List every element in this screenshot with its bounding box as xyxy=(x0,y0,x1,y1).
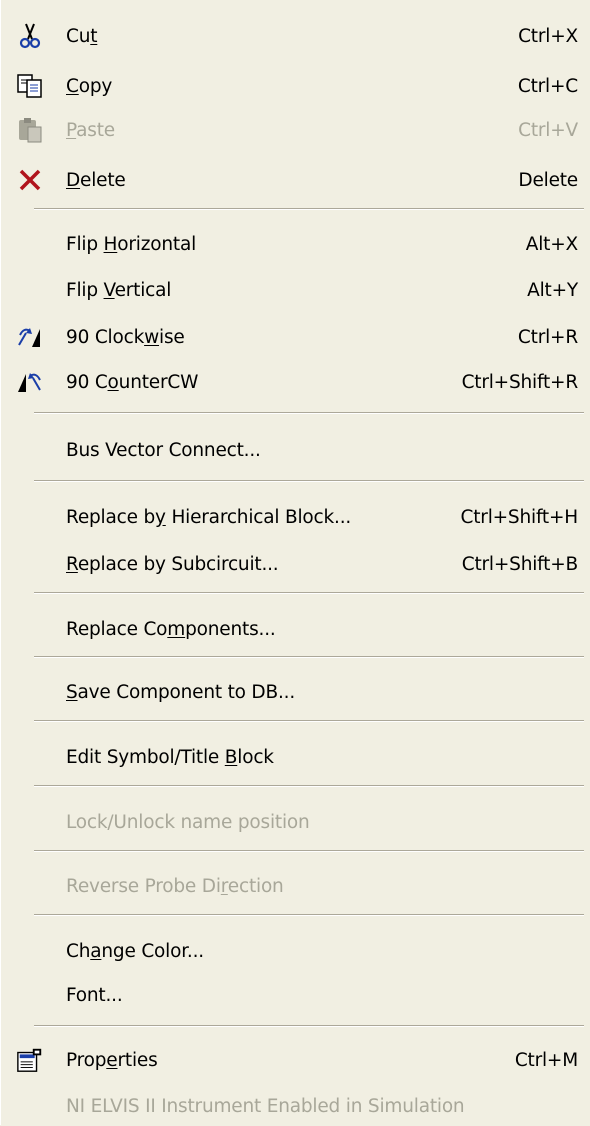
menu-item-label: Replace by Subcircuit... xyxy=(66,553,279,575)
menu-item-label: Flip Horizontal xyxy=(66,233,197,255)
menu-item-properties[interactable]: Properties Ctrl+M xyxy=(0,1040,590,1080)
rotate-clockwise-icon xyxy=(16,323,44,351)
menu-separator xyxy=(34,850,584,852)
menu-item-label: Edit Symbol/Title Block xyxy=(66,746,274,768)
menu-separator xyxy=(34,592,584,594)
menu-item-rotate-counterclockwise[interactable]: 90 CounterCW Ctrl+Shift+R xyxy=(0,362,590,402)
menu-item-label: Paste xyxy=(66,119,115,141)
menu-separator xyxy=(34,656,584,658)
menu-item-shortcut: Ctrl+R xyxy=(517,326,578,348)
menu-item-shortcut: Ctrl+Shift+R xyxy=(461,371,579,393)
menu-item-change-color[interactable]: Change Color... xyxy=(0,931,590,971)
menu-item-shortcut: Ctrl+V xyxy=(518,119,578,141)
menu-item-label: 90 Clockwise xyxy=(66,326,185,348)
menu-separator xyxy=(34,785,584,787)
menu-item-shortcut: Alt+X xyxy=(525,233,578,255)
menu-separator xyxy=(34,480,584,482)
menu-item-label: Copy xyxy=(66,75,113,97)
context-menu: Cut Ctrl+X Copy Ctrl+C Paste Ctrl+V Dele… xyxy=(0,0,590,1125)
rotate-counterclockwise-icon xyxy=(16,368,44,396)
menu-item-font[interactable]: Font... xyxy=(0,975,590,1015)
properties-icon xyxy=(16,1046,44,1074)
menu-item-label: Reverse Probe Direction xyxy=(66,875,284,897)
menu-item-shortcut: Ctrl+C xyxy=(517,75,578,97)
menu-item-shortcut: Delete xyxy=(518,169,578,191)
menu-item-bus-vector-connect[interactable]: Bus Vector Connect... xyxy=(0,430,590,470)
menu-item-rotate-clockwise[interactable]: 90 Clockwise Ctrl+R xyxy=(0,317,590,357)
menu-item-shortcut: Ctrl+X xyxy=(518,25,578,47)
menu-item-label: Flip Vertical xyxy=(66,279,172,301)
menu-item-label: 90 CounterCW xyxy=(66,371,199,393)
menu-item-cut[interactable]: Cut Ctrl+X xyxy=(0,16,590,56)
scissors-icon xyxy=(16,22,44,50)
menu-item-label: Cut xyxy=(66,25,98,47)
menu-item-label: Replace by Hierarchical Block... xyxy=(66,506,352,528)
menu-item-ni-elvis-instrument[interactable]: NI ELVIS II Instrument Enabled in Simula… xyxy=(0,1086,590,1126)
paste-icon xyxy=(16,116,44,144)
menu-item-shortcut: Alt+Y xyxy=(527,279,578,301)
menu-item-label: Delete xyxy=(66,169,126,191)
menu-item-label: NI ELVIS II Instrument Enabled in Simula… xyxy=(66,1095,465,1117)
menu-item-replace-components[interactable]: Replace Components... xyxy=(0,609,590,649)
menu-item-delete[interactable]: Delete Delete xyxy=(0,160,590,200)
menu-item-label: Font... xyxy=(66,984,123,1006)
menu-item-replace-hierarchical-block[interactable]: Replace by Hierarchical Block... Ctrl+Sh… xyxy=(0,497,590,537)
menu-item-flip-vertical[interactable]: Flip Vertical Alt+Y xyxy=(0,270,590,310)
menu-item-replace-subcircuit[interactable]: Replace by Subcircuit... Ctrl+Shift+B xyxy=(0,544,590,584)
menu-separator xyxy=(34,914,584,916)
menu-item-edit-symbol-title-block[interactable]: Edit Symbol/Title Block xyxy=(0,737,590,777)
copy-icon xyxy=(16,72,44,100)
delete-x-icon xyxy=(16,166,44,194)
menu-item-save-component-db[interactable]: Save Component to DB... xyxy=(0,672,590,712)
menu-item-flip-horizontal[interactable]: Flip Horizontal Alt+X xyxy=(0,224,590,264)
menu-item-label: Save Component to DB... xyxy=(66,681,296,703)
menu-item-shortcut: Ctrl+M xyxy=(514,1049,578,1071)
menu-item-reverse-probe-direction[interactable]: Reverse Probe Direction xyxy=(0,866,590,906)
menu-item-paste[interactable]: Paste Ctrl+V xyxy=(0,110,590,150)
menu-item-shortcut: Ctrl+Shift+H xyxy=(460,506,579,528)
menu-item-label: Replace Components... xyxy=(66,618,276,640)
menu-item-lock-unlock-name-position[interactable]: Lock/Unlock name position xyxy=(0,802,590,842)
menu-item-label: Properties xyxy=(66,1049,158,1071)
menu-separator xyxy=(34,208,584,210)
menu-item-copy[interactable]: Copy Ctrl+C xyxy=(0,66,590,106)
menu-separator xyxy=(34,1025,584,1027)
menu-item-label: Bus Vector Connect... xyxy=(66,439,261,461)
menu-item-label: Lock/Unlock name position xyxy=(66,811,310,833)
menu-item-label: Change Color... xyxy=(66,940,204,962)
menu-separator xyxy=(34,412,584,414)
menu-item-shortcut: Ctrl+Shift+B xyxy=(461,553,578,575)
menu-separator xyxy=(34,720,584,722)
